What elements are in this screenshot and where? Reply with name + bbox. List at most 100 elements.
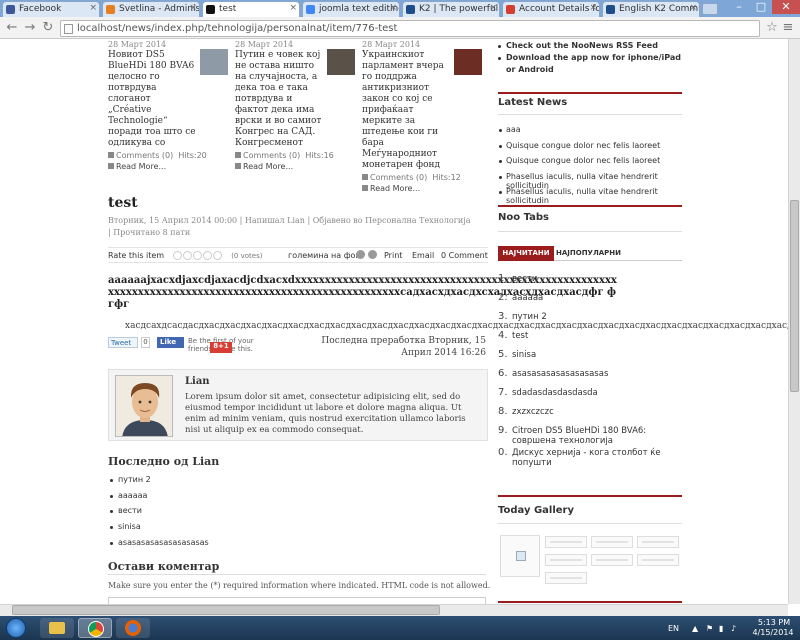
gallery-thumb[interactable] (637, 554, 679, 566)
email-link[interactable]: Email (412, 251, 434, 260)
gallery-thumb[interactable] (637, 536, 679, 548)
browser-tab[interactable]: English K2 Commu × (602, 1, 700, 17)
article-thumbnail[interactable] (327, 49, 355, 75)
bookmark-star-icon[interactable]: ☆ (764, 20, 780, 36)
language-indicator[interactable]: EN (668, 624, 679, 633)
list-item[interactable]: 3. путин 2 (498, 312, 682, 331)
firefox-taskbar-icon[interactable] (116, 618, 150, 638)
start-button[interactable] (6, 618, 26, 638)
author-avatar[interactable] (115, 375, 173, 437)
article-comments-link[interactable]: Comments (0) (116, 151, 173, 160)
vertical-scroll-thumb[interactable] (790, 200, 799, 392)
comment-count-link[interactable]: 0 Comment (441, 251, 488, 260)
horizontal-scroll-thumb[interactable] (12, 605, 440, 615)
list-item[interactable]: 8. zxzxczczc (498, 407, 682, 426)
tab-most-read[interactable]: НАЈЧИТАНИ (498, 246, 554, 261)
author-name[interactable]: Lian (185, 376, 210, 387)
read-more-link[interactable]: Read More... (243, 162, 293, 171)
google-plus-button[interactable]: 8+1 (210, 342, 232, 353)
read-more-link[interactable]: Read More... (370, 184, 420, 193)
article-thumbnail[interactable] (200, 49, 228, 75)
article-comments-link[interactable]: Comments (0) (243, 151, 300, 160)
menu-icon[interactable]: ≡ (780, 20, 796, 36)
network-icon[interactable]: ▮ (719, 624, 723, 633)
star-icon[interactable] (182, 251, 192, 260)
comment-textarea[interactable] (108, 597, 486, 604)
volume-icon[interactable]: ♪ (731, 624, 736, 633)
rss-feed-link[interactable]: Check out the NooNews RSS Feed (498, 40, 682, 52)
close-tab-icon[interactable]: × (489, 3, 497, 13)
close-tab-icon[interactable]: × (189, 3, 197, 13)
tab-most-popular[interactable]: НАЈПОПУЛАРНИ (556, 246, 621, 261)
rating-stars[interactable] (172, 251, 223, 260)
list-item[interactable]: 7. sdadasdasdasdasda (498, 388, 682, 407)
close-tab-icon[interactable]: × (289, 3, 297, 13)
browser-tab[interactable]: Facebook × (2, 1, 100, 17)
latest-news-item[interactable]: Quisque congue dolor nec felis laoreet (498, 156, 682, 172)
latest-news-item[interactable]: aaa (498, 125, 682, 141)
comments-icon (235, 152, 241, 158)
list-item[interactable]: aaaaaa (108, 491, 209, 507)
browser-tab[interactable]: Account Details for × (502, 1, 600, 17)
list-item[interactable]: вести (108, 506, 209, 522)
font-decrease-icon[interactable] (356, 250, 365, 259)
list-item[interactable]: 9. Citroen DS5 BlueHDi 180 BVA6: совршена… (498, 426, 682, 448)
clock-time[interactable]: 5:13 PM (756, 618, 792, 627)
flag-icon[interactable]: ⚑ (706, 624, 713, 633)
close-tab-icon[interactable]: × (589, 3, 597, 13)
divider (498, 523, 682, 524)
clock-date[interactable]: 4/15/2014 (750, 628, 796, 637)
browser-tab[interactable]: Svetlina - Administ × (102, 1, 200, 17)
tweet-button[interactable]: Tweet (108, 337, 138, 348)
article-thumbnail[interactable] (454, 49, 482, 75)
address-bar[interactable]: localhost/news/index.php/tehnologija/per… (60, 20, 760, 37)
new-tab-button[interactable] (702, 3, 718, 15)
back-arrow-icon[interactable]: ← (4, 20, 20, 36)
chrome-taskbar-icon[interactable] (78, 618, 112, 638)
browser-tab-active[interactable]: test × (202, 1, 300, 17)
star-icon[interactable] (202, 251, 212, 260)
close-tab-icon[interactable]: × (689, 3, 697, 13)
browser-tab[interactable]: K2 | The powerful c × (402, 1, 500, 17)
tray-expand-icon[interactable]: ▲ (692, 624, 698, 633)
latest-news-item[interactable]: Phasellus iaculis, nulla vitae hendrerit… (498, 187, 682, 205)
latest-news-item[interactable]: Quisque congue dolor nec felis laoreet (498, 141, 682, 157)
list-item[interactable]: asasasasasasasasasas (108, 538, 209, 554)
browser-tab[interactable]: joomla text editing × (302, 1, 400, 17)
tab-label: Svetlina - Administ (119, 4, 200, 14)
gallery-main-image[interactable] (500, 535, 540, 577)
app-download-link[interactable]: Download the app now for iphone/iPad or … (498, 52, 682, 76)
star-icon[interactable] (172, 251, 182, 260)
list-item[interactable]: путин 2 (108, 475, 209, 491)
close-window-button[interactable]: ✕ (772, 0, 800, 14)
article-comments-link[interactable]: Comments (0) (370, 173, 427, 182)
star-icon[interactable] (212, 251, 222, 260)
list-item[interactable]: 2. aaaaaa (498, 293, 682, 312)
gallery-thumb[interactable] (591, 554, 633, 566)
minimize-button[interactable]: – (728, 0, 750, 14)
font-increase-icon[interactable] (368, 250, 377, 259)
gallery-thumb[interactable] (545, 554, 587, 566)
list-item[interactable]: 1. вести (498, 274, 682, 293)
print-link[interactable]: Print (384, 251, 402, 260)
maximize-button[interactable]: □ (750, 0, 772, 14)
list-item[interactable]: 0. Дискус херниja - кога столбот ќе попуш… (498, 448, 682, 470)
latest-news-item[interactable]: Phasellus iaculis, nulla vitae hendrerit… (498, 172, 682, 190)
list-item[interactable]: 5. sinisa (498, 350, 682, 369)
list-item[interactable]: 4. test (498, 331, 682, 350)
read-more-link[interactable]: Read More... (116, 162, 166, 171)
facebook-like-button[interactable]: Like (157, 337, 184, 348)
reload-icon[interactable]: ↻ (40, 20, 56, 36)
author-box: Lian Lorem ipsum dolor sit amet, consect… (108, 369, 488, 441)
article-read-count: | Прочитано 8 пати (108, 228, 191, 237)
gallery-thumb[interactable] (545, 536, 587, 548)
list-item[interactable]: 6. asasasasasasasasasas (498, 369, 682, 388)
gallery-thumb[interactable] (591, 536, 633, 548)
star-icon[interactable] (192, 251, 202, 260)
close-tab-icon[interactable]: × (89, 3, 97, 13)
explorer-taskbar-icon[interactable] (40, 618, 74, 638)
gallery-thumb[interactable] (545, 572, 587, 584)
list-item[interactable]: sinisa (108, 522, 209, 538)
close-tab-icon[interactable]: × (389, 3, 397, 13)
forward-arrow-icon[interactable]: → (22, 20, 38, 36)
